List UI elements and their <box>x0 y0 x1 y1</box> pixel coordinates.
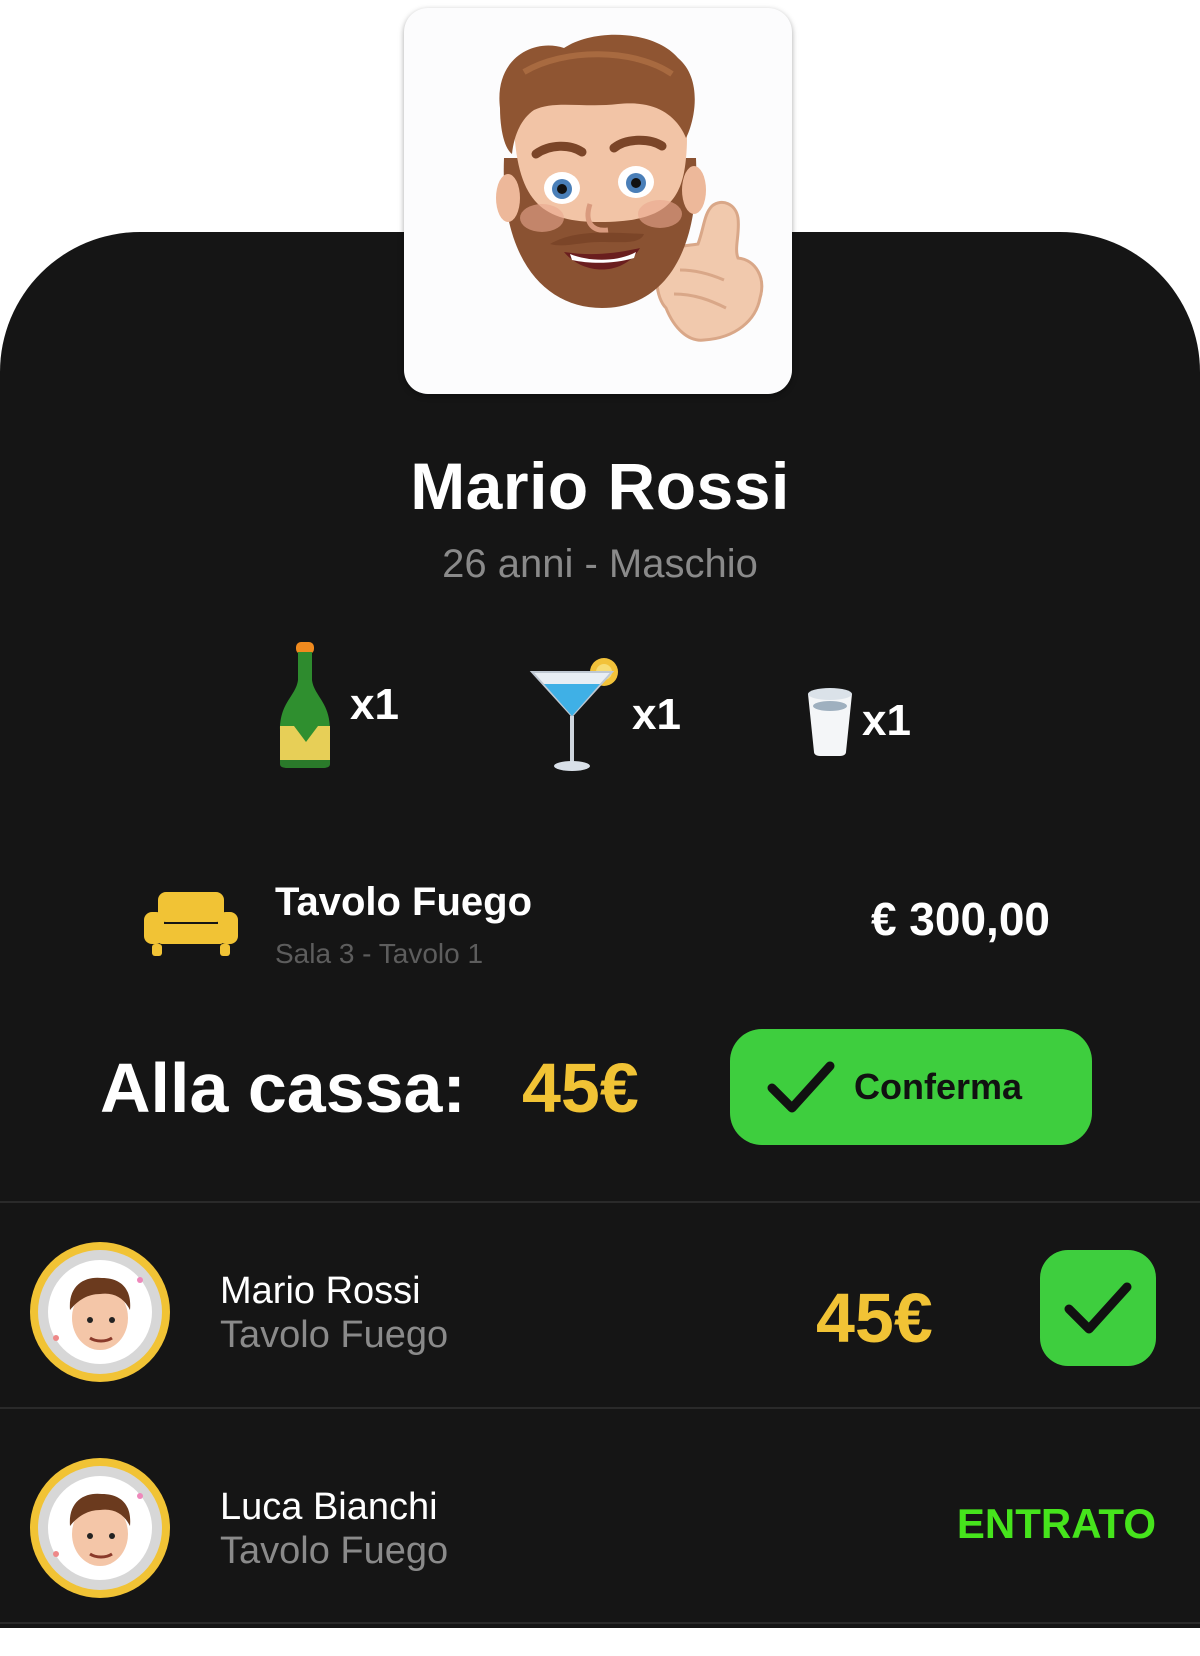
list-item[interactable]: Luca Bianchi Tavolo Fuego ENTRATO <box>0 1456 1200 1656</box>
cassa-label: Alla cassa: <box>100 1049 466 1127</box>
guest-name: Mario Rossi <box>220 1270 421 1312</box>
divider <box>0 1622 1200 1624</box>
table-price: € 300,00 <box>870 893 1050 945</box>
confirm-button-label: Conferma <box>854 1066 1023 1107</box>
guest-amount: 45€ <box>816 1279 933 1357</box>
table-name: Tavolo Fuego <box>275 880 533 924</box>
table-location: Sala 3 - Tavolo 1 <box>275 938 484 969</box>
divider <box>0 1201 1200 1203</box>
check-icon <box>1064 1282 1132 1334</box>
profile-subtitle: 26 anni - Maschio <box>442 542 758 586</box>
drink-cup-qty: x1 <box>862 696 911 745</box>
sofa-icon <box>144 892 238 956</box>
status-badge: ENTRATO <box>956 1500 1156 1547</box>
memoji-thumbs-up-icon <box>496 34 764 342</box>
drink-champagne-qty: x1 <box>350 680 399 729</box>
check-icon <box>767 1061 835 1113</box>
divider <box>0 1407 1200 1409</box>
champagne-bottle-icon <box>280 642 330 768</box>
confirm-button[interactable]: Conferma <box>730 1029 1092 1145</box>
guest-name: Luca Bianchi <box>220 1486 438 1528</box>
guest-table: Tavolo Fuego <box>220 1314 449 1356</box>
cassa-amount: 45€ <box>522 1049 639 1127</box>
table-reservation: Tavolo Fuego Sala 3 - Tavolo 1 € 300,00 <box>140 880 1060 980</box>
cocktail-glass-icon <box>529 658 618 771</box>
drink-cocktail: x1 <box>528 656 681 774</box>
drink-cup: x1 <box>806 686 911 756</box>
guest-confirm-button[interactable] <box>1040 1250 1156 1366</box>
drink-champagne: x1 <box>272 640 399 770</box>
avatar <box>30 1242 170 1382</box>
guest-table: Tavolo Fuego <box>220 1530 449 1572</box>
profile-name: Mario Rossi <box>410 449 790 523</box>
list-item[interactable]: Mario Rossi Tavolo Fuego 45€ <box>0 1240 1200 1440</box>
cup-icon <box>808 688 852 756</box>
avatar <box>30 1458 170 1598</box>
profile-avatar <box>404 8 792 394</box>
drink-cocktail-qty: x1 <box>632 690 681 739</box>
